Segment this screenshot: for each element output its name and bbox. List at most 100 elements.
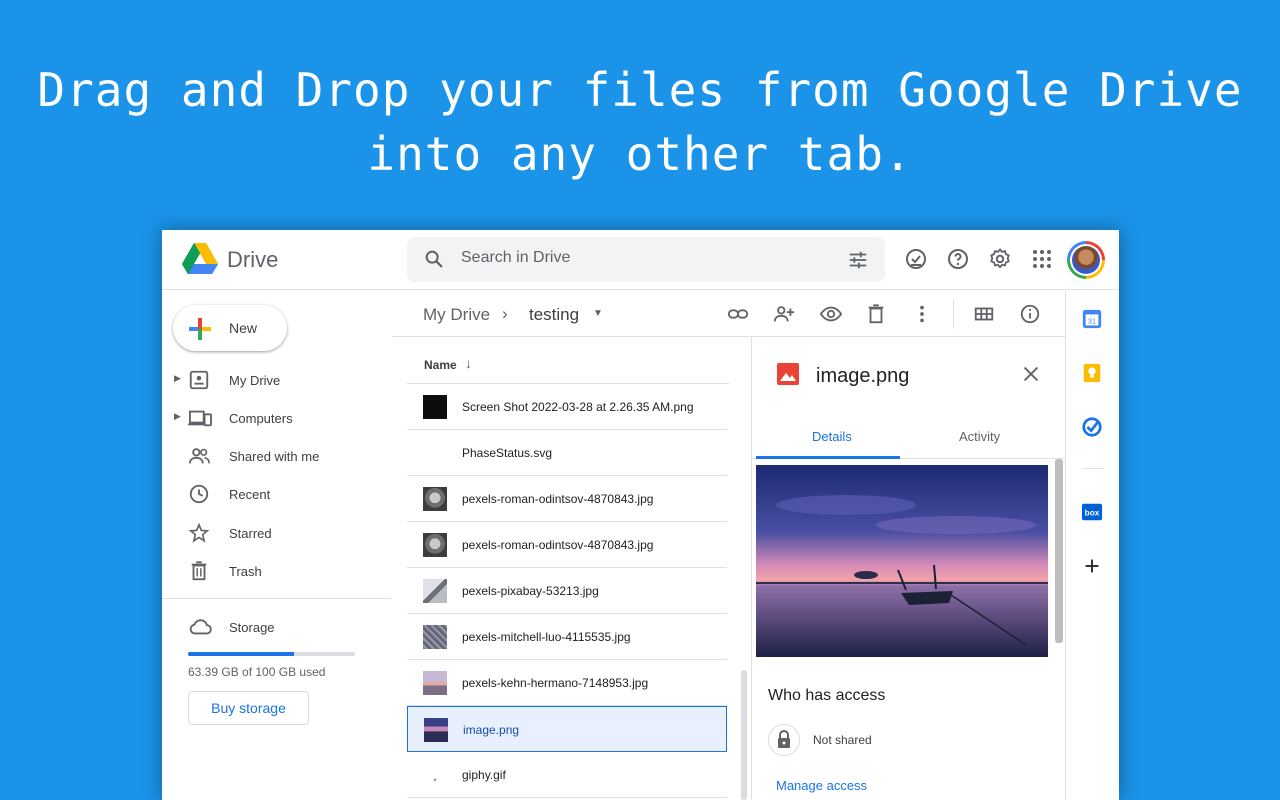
file-list: Name ↓ Screen Shot 2022-03-28 at 2.26.35… (407, 338, 747, 800)
name-column-header[interactable]: Name (424, 358, 457, 372)
file-name: Screen Shot 2022-03-28 at 2.26.35 AM.png (462, 400, 694, 414)
file-row[interactable]: pexels-pixabay-53213.jpg (407, 568, 727, 614)
drive-logo-icon[interactable] (182, 242, 218, 276)
breadcrumb-separator: › (502, 304, 508, 323)
apps-grid-icon[interactable] (1030, 247, 1054, 276)
star-icon (188, 522, 210, 549)
new-button[interactable]: New (173, 305, 287, 351)
details-panel: image.png Details Activity Who has acces… (751, 337, 1066, 800)
sidebar-item-computers[interactable]: ▶ Computers (162, 402, 392, 434)
sort-arrow-icon[interactable]: ↓ (465, 355, 472, 371)
image-preview (756, 465, 1048, 657)
file-list-scrollbar[interactable] (741, 670, 747, 800)
close-icon[interactable] (1020, 363, 1042, 390)
headline-line-2: into any other tab. (367, 127, 913, 181)
image-file-icon (776, 362, 800, 391)
buy-storage-button[interactable]: Buy storage (188, 691, 309, 725)
sidebar: New ▶ My Drive ▶ Computers Shared with m… (162, 291, 392, 800)
rail-divider (1082, 468, 1104, 469)
file-name: pexels-roman-odintsov-4870843.jpg (462, 492, 654, 506)
file-name: pexels-pixabay-53213.jpg (462, 584, 599, 598)
file-thumbnail (424, 718, 448, 742)
sidebar-item-trash[interactable]: Trash (162, 555, 392, 587)
sidebar-item-recent[interactable]: Recent (162, 478, 392, 510)
manage-access-link[interactable]: Manage access (776, 778, 867, 793)
side-panel-rail: 31 box (1065, 291, 1119, 800)
account-avatar[interactable] (1067, 241, 1105, 279)
who-has-access-heading: Who has access (768, 687, 886, 704)
box-icon[interactable]: box (1081, 501, 1103, 528)
sidebar-item-label: Trash (229, 564, 262, 579)
new-button-label: New (229, 320, 258, 336)
app-name: Drive (227, 247, 279, 272)
storage-progress-bar (188, 652, 355, 656)
file-row-selected[interactable]: image.png (407, 706, 727, 752)
search-icon[interactable] (423, 248, 445, 275)
more-icon[interactable] (911, 303, 933, 330)
grid-view-icon[interactable] (973, 303, 995, 330)
headline-line-1: Drag and Drop your files from Google Dri… (37, 63, 1243, 117)
storage-label[interactable]: Storage (229, 620, 275, 635)
info-icon[interactable] (1019, 303, 1041, 330)
sidebar-item-label: Recent (229, 487, 271, 502)
sidebar-item-starred[interactable]: Starred (162, 517, 392, 549)
link-icon[interactable] (726, 303, 750, 330)
file-row[interactable]: giphy.gif (407, 752, 727, 798)
file-row[interactable]: pexels-mitchell-luo-4115535.jpg (407, 614, 727, 660)
sidebar-item-shared-with-me[interactable]: Shared with me (162, 440, 392, 472)
file-name: pexels-mitchell-luo-4115535.jpg (462, 630, 631, 644)
sidebar-item-label: Computers (229, 411, 293, 426)
tab-details[interactable]: Details (812, 429, 852, 444)
file-thumbnail (423, 487, 447, 511)
file-thumbnail (423, 579, 447, 603)
active-tab-indicator (756, 456, 900, 459)
trash-icon (188, 560, 210, 587)
folder-dropdown-icon[interactable]: ▼ (593, 308, 603, 319)
share-icon[interactable] (772, 303, 796, 330)
add-icon[interactable] (1081, 555, 1103, 582)
sidebar-item-label: Starred (229, 526, 272, 541)
calendar-icon[interactable]: 31 (1081, 308, 1103, 335)
file-thumbnail (423, 625, 447, 649)
avatar-photo (1072, 246, 1100, 274)
file-row[interactable]: pexels-kehn-hermano-7148953.jpg (407, 660, 727, 706)
access-status: Not shared (813, 733, 872, 747)
preview-icon[interactable] (819, 303, 843, 330)
sidebar-item-label: My Drive (229, 373, 281, 388)
file-thumbnail (423, 533, 447, 557)
svg-text:box: box (1085, 509, 1100, 518)
expand-arrow-icon[interactable]: ▶ (174, 411, 181, 422)
ready-for-offline-icon[interactable] (904, 247, 928, 276)
search-options-icon[interactable] (847, 249, 869, 276)
file-thumbnail (423, 763, 447, 787)
breadcrumb-my-drive[interactable]: My Drive (423, 305, 490, 325)
sidebar-item-label: Shared with me (229, 449, 320, 464)
expand-arrow-icon[interactable]: ▶ (174, 373, 181, 384)
keep-icon[interactable] (1081, 362, 1103, 389)
file-list-header: Name ↓ (407, 338, 729, 384)
file-row[interactable]: pexels-roman-odintsov-4870843.jpg (407, 476, 727, 522)
storage-progress-fill (188, 652, 294, 656)
breadcrumb: My Drive › testing ▼ (392, 291, 1066, 337)
tab-activity[interactable]: Activity (959, 429, 1000, 444)
details-tabs: Details Activity (752, 409, 1066, 459)
file-row[interactable]: pexels-roman-odintsov-4870843.jpg (407, 522, 727, 568)
search-bar[interactable] (407, 237, 885, 282)
help-icon[interactable] (946, 247, 970, 276)
breadcrumb-current-folder[interactable]: testing (529, 305, 579, 325)
colorful-plus-icon (187, 316, 213, 347)
file-row[interactable]: Screen Shot 2022-03-28 at 2.26.35 AM.png (407, 384, 727, 430)
tasks-icon[interactable] (1081, 416, 1103, 443)
file-row[interactable]: PhaseStatus.svg (407, 430, 727, 476)
my-drive-icon (188, 369, 210, 396)
sidebar-item-my-drive[interactable]: ▶ My Drive (162, 364, 392, 396)
details-scrollbar[interactable] (1055, 459, 1063, 643)
settings-icon[interactable] (988, 247, 1012, 276)
details-title: image.png (816, 365, 910, 387)
cloud-icon (188, 617, 212, 642)
file-name: pexels-roman-odintsov-4870843.jpg (462, 538, 654, 552)
search-input[interactable] (461, 249, 821, 267)
file-name: giphy.gif (462, 768, 506, 782)
trash-icon[interactable] (865, 303, 887, 330)
file-name: PhaseStatus.svg (462, 446, 553, 460)
